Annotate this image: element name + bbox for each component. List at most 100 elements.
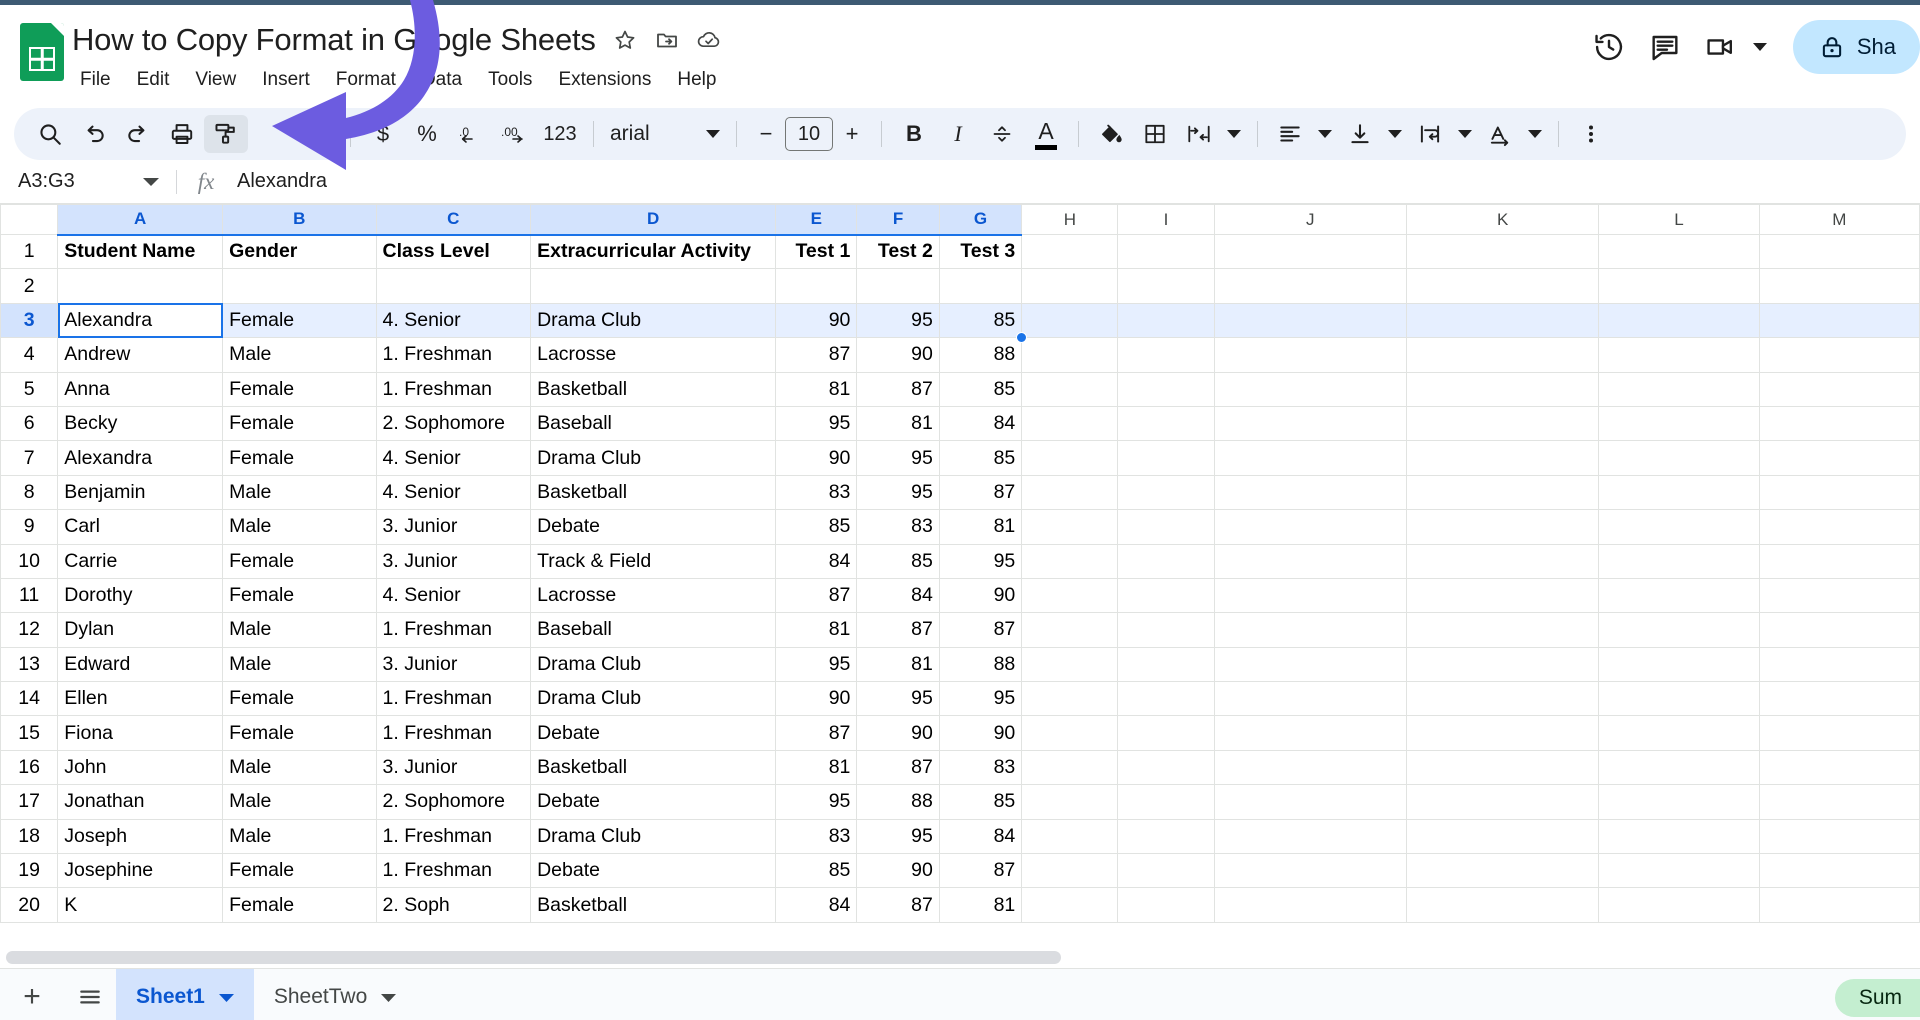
cell-C16[interactable]: 3. Junior bbox=[375, 749, 532, 786]
cell-K10[interactable] bbox=[1405, 543, 1600, 579]
cell-G2[interactable] bbox=[938, 268, 1023, 304]
cell-E7[interactable]: 90 bbox=[775, 440, 858, 476]
cell-E6[interactable]: 95 bbox=[775, 405, 858, 442]
cell-D15[interactable]: Debate bbox=[530, 715, 777, 751]
cell-E1[interactable]: Test 1 bbox=[775, 233, 858, 270]
cell-C18[interactable]: 1. Freshman bbox=[375, 818, 532, 855]
spreadsheet-grid[interactable]: A B C D E F G H I J K L M 1 Student Name G… bbox=[0, 204, 1920, 946]
cell-H19[interactable] bbox=[1021, 853, 1119, 889]
column-header-f[interactable]: F bbox=[856, 204, 940, 236]
cell-D1[interactable]: Extracurricular Activity bbox=[530, 233, 777, 270]
horizontal-align-icon[interactable] bbox=[1268, 115, 1312, 153]
menu-item-help[interactable]: Help bbox=[664, 65, 729, 95]
cell-L7[interactable] bbox=[1598, 440, 1760, 476]
cell-K8[interactable] bbox=[1405, 474, 1600, 511]
search-icon[interactable] bbox=[28, 115, 72, 153]
cell-D6[interactable]: Baseball bbox=[530, 405, 777, 442]
cell-F18[interactable]: 95 bbox=[856, 818, 940, 855]
cell-A14[interactable]: Ellen bbox=[57, 681, 224, 717]
table-row[interactable]: 4 Andrew Male 1. Freshman Lacrosse 87 90 88 bbox=[0, 337, 1920, 373]
cell-M20[interactable] bbox=[1758, 887, 1920, 923]
cell-F9[interactable]: 83 bbox=[856, 509, 940, 545]
cell-B5[interactable]: Female bbox=[222, 371, 377, 407]
cell-A2[interactable] bbox=[57, 268, 224, 304]
cell-J3[interactable] bbox=[1213, 302, 1407, 339]
cell-I1[interactable] bbox=[1117, 233, 1215, 270]
cell-E11[interactable]: 87 bbox=[775, 577, 858, 614]
table-row[interactable]: 13 Edward Male 3. Junior Drama Club 95 81 88 bbox=[0, 646, 1920, 683]
cell-E2[interactable] bbox=[775, 268, 858, 304]
valign-chevron-down-icon[interactable] bbox=[1382, 115, 1408, 153]
cell-B18[interactable]: Male bbox=[222, 818, 377, 855]
cell-B1[interactable]: Gender bbox=[222, 233, 377, 270]
column-header-j[interactable]: J bbox=[1213, 204, 1407, 235]
cell-G10[interactable]: 95 bbox=[938, 543, 1023, 579]
cell-D12[interactable]: Baseball bbox=[530, 612, 777, 648]
cell-E4[interactable]: 87 bbox=[775, 337, 858, 373]
table-row[interactable]: 14 Ellen Female 1. Freshman Drama Club 90 95 95 bbox=[0, 681, 1920, 717]
cell-M9[interactable] bbox=[1758, 509, 1920, 545]
cell-M19[interactable] bbox=[1758, 853, 1920, 889]
row-header-4[interactable]: 4 bbox=[0, 337, 59, 373]
cell-L12[interactable] bbox=[1598, 612, 1760, 648]
fill-color-icon[interactable] bbox=[1089, 115, 1133, 153]
cell-G12[interactable]: 87 bbox=[938, 612, 1023, 648]
cell-A19[interactable]: Josephine bbox=[57, 853, 224, 889]
column-header-k[interactable]: K bbox=[1405, 204, 1600, 235]
cell-E20[interactable]: 84 bbox=[775, 887, 858, 923]
cell-I16[interactable] bbox=[1117, 749, 1215, 786]
name-box[interactable]: A3:G3 bbox=[14, 170, 134, 193]
cell-B3[interactable]: Female bbox=[222, 302, 377, 339]
rotation-chevron-down-icon[interactable] bbox=[1522, 115, 1548, 153]
cell-H20[interactable] bbox=[1021, 887, 1119, 923]
cell-G17[interactable]: 85 bbox=[938, 784, 1023, 820]
cell-A8[interactable]: Benjamin bbox=[57, 474, 224, 511]
row-header-15[interactable]: 15 bbox=[0, 715, 59, 751]
column-header-l[interactable]: L bbox=[1598, 204, 1760, 235]
cell-I9[interactable] bbox=[1117, 509, 1215, 545]
sheet-tab-sheettwo[interactable]: SheetTwo bbox=[254, 969, 416, 1020]
cell-L9[interactable] bbox=[1598, 509, 1760, 545]
cell-C8[interactable]: 4. Senior bbox=[375, 474, 532, 511]
paint-format-icon[interactable] bbox=[204, 115, 248, 153]
text-rotation-icon[interactable] bbox=[1478, 115, 1522, 153]
cell-B6[interactable]: Female bbox=[222, 405, 377, 442]
cell-I12[interactable] bbox=[1117, 612, 1215, 648]
row-header-1[interactable]: 1 bbox=[0, 233, 59, 270]
cell-C9[interactable]: 3. Junior bbox=[375, 509, 532, 545]
cell-E8[interactable]: 83 bbox=[775, 474, 858, 511]
cell-K9[interactable] bbox=[1405, 509, 1600, 545]
cell-F4[interactable]: 90 bbox=[856, 337, 940, 373]
cell-A4[interactable]: Andrew bbox=[57, 337, 224, 373]
borders-icon[interactable] bbox=[1133, 115, 1177, 153]
cell-G19[interactable]: 87 bbox=[938, 853, 1023, 889]
cell-C10[interactable]: 3. Junior bbox=[375, 543, 532, 579]
cell-D4[interactable]: Lacrosse bbox=[530, 337, 777, 373]
cell-B12[interactable]: Male bbox=[222, 612, 377, 648]
cell-C14[interactable]: 1. Freshman bbox=[375, 681, 532, 717]
redo-icon[interactable] bbox=[116, 115, 160, 153]
cell-F5[interactable]: 87 bbox=[856, 371, 940, 407]
column-header-e[interactable]: E bbox=[775, 204, 858, 236]
print-icon[interactable] bbox=[160, 115, 204, 153]
cell-D18[interactable]: Drama Club bbox=[530, 818, 777, 855]
row-header-13[interactable]: 13 bbox=[0, 646, 59, 683]
sum-status-pill[interactable]: Sum bbox=[1834, 979, 1920, 1017]
cell-C1[interactable]: Class Level bbox=[375, 233, 532, 270]
cell-H18[interactable] bbox=[1021, 818, 1119, 855]
table-row[interactable]: 10 Carrie Female 3. Junior Track & Field 84 85… bbox=[0, 543, 1920, 579]
cell-C20[interactable]: 2. Soph bbox=[375, 887, 532, 923]
cell-L20[interactable] bbox=[1598, 887, 1760, 923]
cell-I7[interactable] bbox=[1117, 440, 1215, 476]
cell-F8[interactable]: 95 bbox=[856, 474, 940, 511]
cell-I20[interactable] bbox=[1117, 887, 1215, 923]
menu-item-edit[interactable]: Edit bbox=[124, 65, 183, 95]
cell-E9[interactable]: 85 bbox=[775, 509, 858, 545]
cell-C11[interactable]: 4. Senior bbox=[375, 577, 532, 614]
row-header-12[interactable]: 12 bbox=[0, 612, 59, 648]
cell-L11[interactable] bbox=[1598, 577, 1760, 614]
more-options-icon[interactable] bbox=[1569, 115, 1613, 153]
row-header-14[interactable]: 14 bbox=[0, 681, 59, 717]
cell-E14[interactable]: 90 bbox=[775, 681, 858, 717]
cell-F17[interactable]: 88 bbox=[856, 784, 940, 820]
